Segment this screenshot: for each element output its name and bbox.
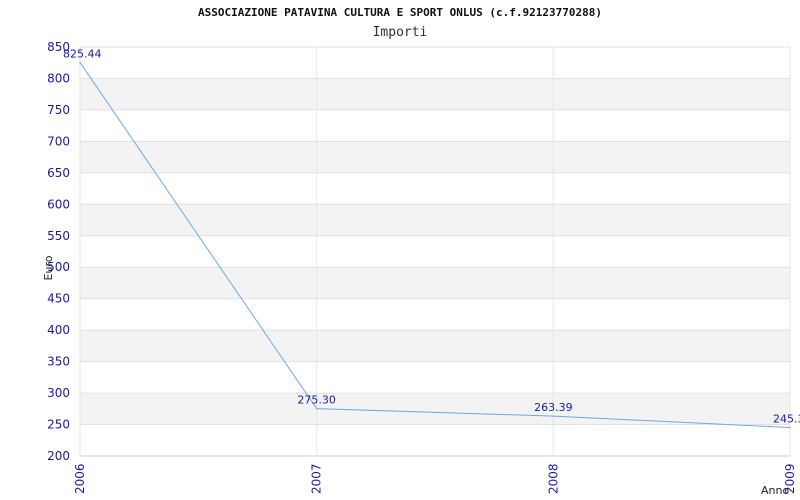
grid-band — [80, 235, 790, 268]
y-tick-labels: 2002503003504004505005506006507007508008… — [47, 40, 70, 463]
y-tick-label: 450 — [47, 292, 70, 306]
grid-band — [80, 172, 790, 205]
y-tick-label: 200 — [47, 449, 70, 463]
grid-band — [80, 330, 790, 362]
y-tick-label: 350 — [47, 355, 70, 369]
x-tick-label: 2008 — [546, 463, 560, 494]
grid-band — [80, 267, 790, 299]
grid-band — [80, 361, 790, 394]
grid-band — [80, 109, 790, 142]
grid-band — [80, 393, 790, 425]
grid-band — [80, 78, 790, 110]
line-chart: 2002503003504004505005506006507007508008… — [42, 40, 800, 497]
data-point — [79, 61, 81, 64]
y-tick-label: 600 — [47, 197, 70, 211]
x-tick-labels: 2006 2007 2008 2009 — [73, 463, 797, 494]
x-axis-label: Anno — [761, 484, 789, 497]
y-tick-label: 700 — [47, 134, 70, 148]
grid-bands — [80, 47, 790, 456]
data-label: 245.3 — [773, 412, 800, 425]
y-tick-label: 550 — [47, 229, 70, 243]
data-point — [789, 426, 791, 429]
y-tick-label: 800 — [47, 71, 70, 85]
y-tick-label: 250 — [47, 418, 70, 432]
data-label: 275.30 — [297, 394, 336, 407]
grid-band — [80, 424, 790, 456]
grid-band — [80, 141, 790, 173]
x-tick-label: 2006 — [73, 463, 87, 494]
data-label: 825.44 — [63, 47, 102, 60]
y-axis-label: Euro — [42, 255, 55, 280]
data-point — [315, 407, 318, 410]
x-tick-label: 2007 — [310, 463, 324, 494]
grid-band — [80, 204, 790, 236]
data-label: 263.39 — [534, 401, 573, 414]
grid-band — [80, 47, 790, 79]
grid-band — [80, 298, 790, 331]
y-tick-label: 300 — [47, 386, 70, 400]
y-tick-label: 400 — [47, 323, 70, 337]
y-tick-label: 650 — [47, 166, 70, 180]
y-tick-label: 750 — [47, 103, 70, 117]
data-point — [552, 415, 555, 417]
